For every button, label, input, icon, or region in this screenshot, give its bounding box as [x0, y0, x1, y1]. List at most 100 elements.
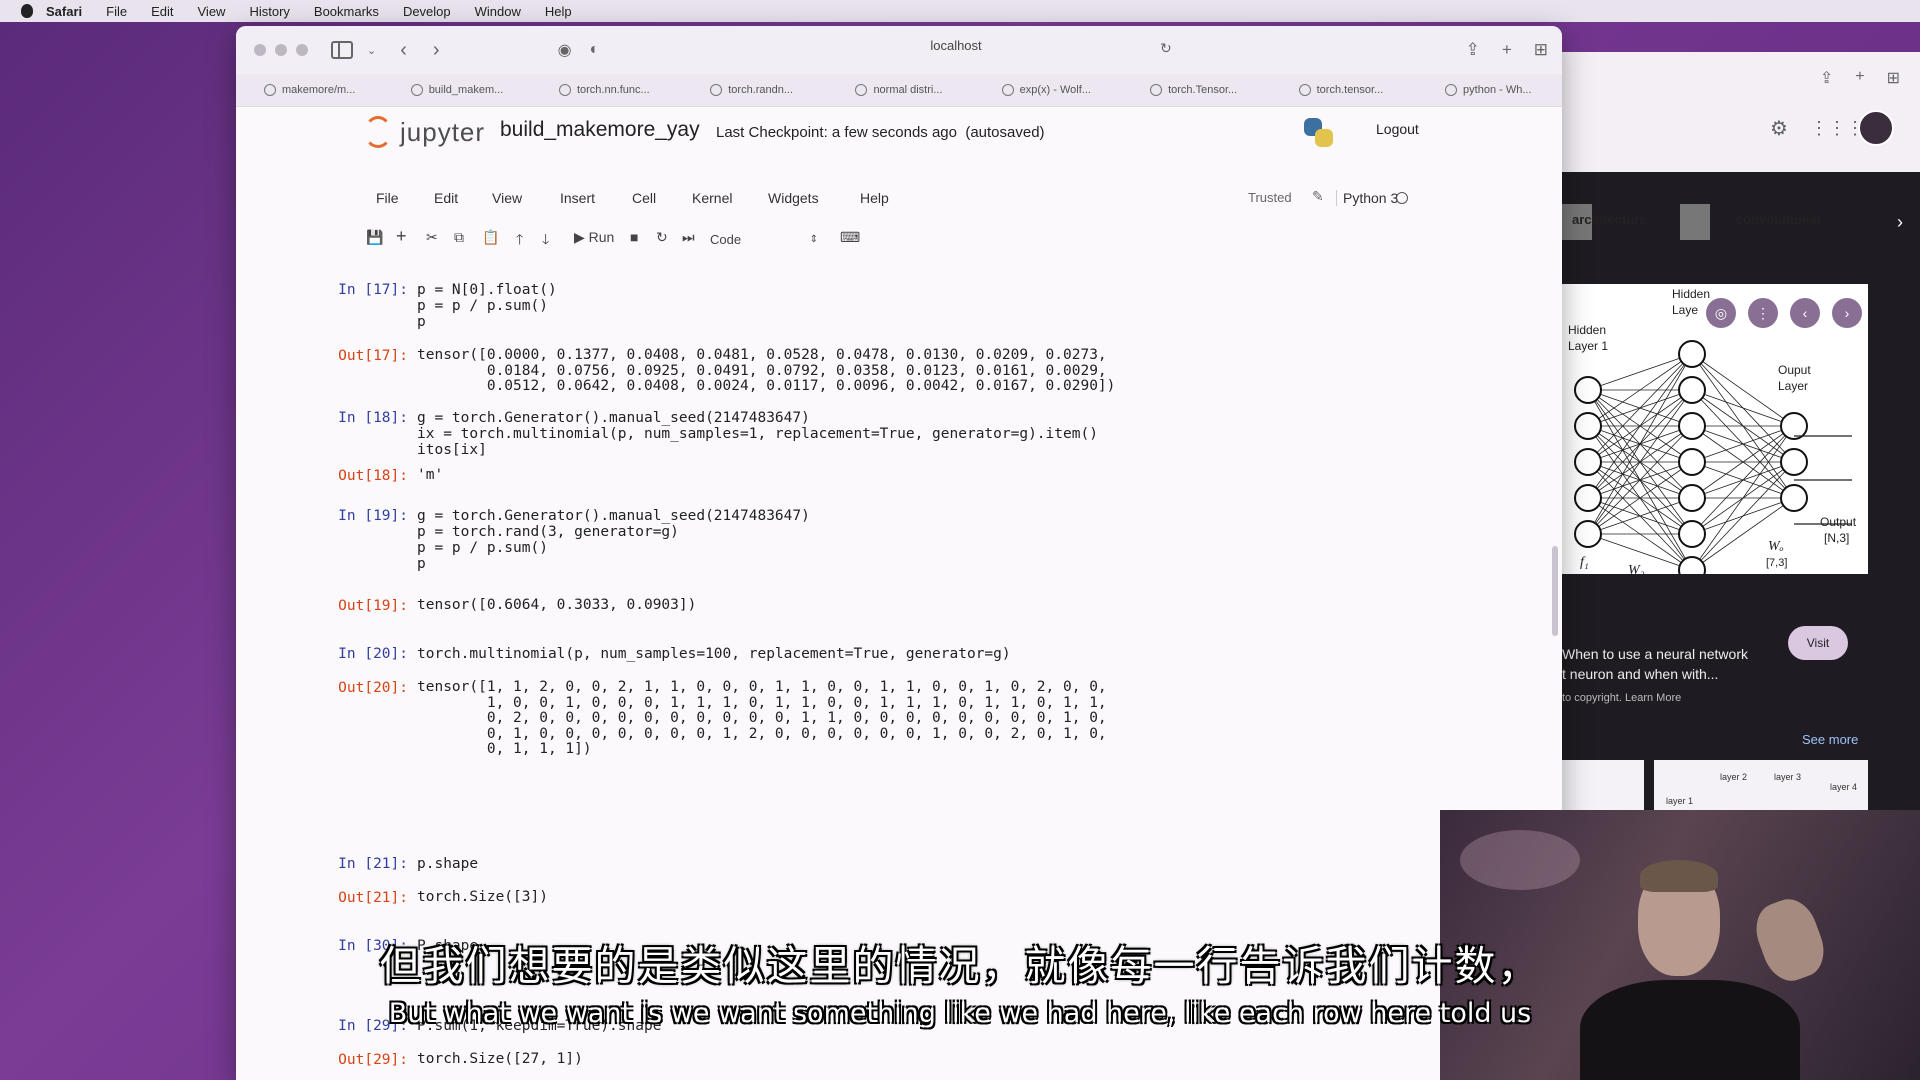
chip-convolutional[interactable]: convolutional — [1736, 212, 1821, 227]
notebook-name[interactable]: build_makemore_yay — [500, 118, 700, 142]
fast-forward-icon[interactable]: ⏭ — [682, 229, 695, 246]
chevron-right-icon[interactable]: › — [1888, 208, 1912, 236]
jmenu-widgets[interactable]: Widgets — [768, 190, 819, 206]
move-up-icon[interactable]: 🡑 — [516, 229, 523, 253]
restart-icon[interactable]: ↻ — [656, 229, 668, 246]
share-icon[interactable]: ⇪ — [1466, 40, 1480, 60]
tab-wolfram[interactable]: exp(x) - Wolf... — [973, 84, 1120, 96]
cell-code[interactable]: p = N[0].float() p = p / p.sum() p — [417, 282, 557, 330]
cell-in-prompt: In [17]: — [338, 282, 408, 298]
menu-develop[interactable]: Develop — [403, 4, 451, 19]
chevron-updown-icon: ⇕ — [809, 233, 818, 245]
copy-icon[interactable]: ⧉ — [454, 229, 464, 246]
tab-torch-tensor-2[interactable]: torch.tensor... — [1267, 84, 1414, 96]
nn-node — [1574, 412, 1602, 440]
cell-in-prompt: In [18]: — [338, 410, 408, 426]
logout-button[interactable]: Logout — [1376, 121, 1419, 137]
cell-output: torch.Size([3]) — [417, 889, 548, 905]
save-icon[interactable]: 💾 — [366, 229, 383, 246]
tab-overview-icon[interactable]: ⊞ — [1534, 40, 1548, 60]
tab-build-makemore[interactable]: build_makem... — [383, 84, 530, 96]
move-down-icon[interactable]: 🡓 — [542, 229, 549, 253]
add-cell-icon[interactable]: + — [396, 226, 407, 247]
copyright-note[interactable]: to copyright. Learn More — [1562, 692, 1681, 704]
svg-text:Layer: Layer — [1778, 379, 1808, 393]
shield-icon[interactable]: ◐ — [590, 41, 600, 59]
menu-app-safari[interactable]: Safari — [46, 4, 82, 19]
zoom-window-button[interactable] — [296, 44, 308, 56]
tab-python[interactable]: python - Wh... — [1415, 84, 1562, 96]
cut-icon[interactable]: ✂ — [426, 229, 438, 246]
menu-file[interactable]: File — [106, 4, 127, 19]
stop-icon[interactable]: ■ — [630, 229, 638, 245]
visit-button[interactable]: Visit — [1788, 626, 1848, 660]
privacy-report-icon[interactable]: ◉ — [558, 40, 572, 60]
tab-normal-distri[interactable]: normal distri... — [825, 84, 972, 96]
cell-out-prompt: Out[18]: — [338, 468, 408, 484]
cell-code[interactable]: g = torch.Generator().manual_seed(214748… — [417, 410, 1098, 458]
gear-icon[interactable]: ⚙ — [1770, 116, 1788, 141]
share-icon[interactable]: ⇪ — [1820, 68, 1833, 88]
cell-out-prompt: Out[20]: — [338, 680, 408, 696]
apps-grid-icon[interactable]: ⋮⋮⋮ — [1810, 118, 1864, 139]
apple-icon[interactable] — [18, 2, 36, 20]
menu-bookmarks[interactable]: Bookmarks — [314, 4, 379, 19]
safari-window: ⌄ ‹ › ◉ ◐ localhost ↻ ⇪ + ⊞ makemore/m..… — [236, 26, 1562, 1080]
pencil-icon[interactable]: ✎ — [1312, 188, 1324, 205]
tab-torch-tensor-1[interactable]: torch.Tensor... — [1120, 84, 1267, 96]
chevron-down-icon[interactable]: ⌄ — [367, 44, 376, 57]
related-search-chips: architecture convolutional › — [1562, 202, 1920, 242]
menu-window[interactable]: Window — [475, 4, 521, 19]
lens-icon[interactable]: ◎ — [1706, 298, 1736, 328]
cell-out-prompt: Out[19]: — [338, 598, 408, 614]
cell-output: 'm' — [417, 467, 444, 483]
chevron-right-icon[interactable]: › — [1832, 298, 1862, 328]
nn-node — [1574, 484, 1602, 512]
checkpoint-status: Last Checkpoint: a few seconds ago (auto… — [716, 124, 1045, 141]
jmenu-view[interactable]: View — [492, 190, 522, 206]
tab-makemore[interactable]: makemore/m... — [236, 84, 383, 96]
jmenu-file[interactable]: File — [376, 190, 399, 206]
menu-help[interactable]: Help — [545, 4, 572, 19]
reload-icon[interactable]: ↻ — [1160, 40, 1172, 57]
cell-code[interactable]: g = torch.Generator().manual_seed(214748… — [417, 508, 810, 572]
tab-torch-randn[interactable]: torch.randn... — [678, 84, 825, 96]
neural-network-diagram[interactable]: Hidden Layer 1 Hidden Laye Ouput Layer O… — [1562, 284, 1868, 584]
nn-node — [1574, 448, 1602, 476]
sidebar-toggle-icon[interactable] — [331, 41, 353, 59]
tab-overview-icon[interactable]: ⊞ — [1887, 68, 1900, 88]
chip-architecture[interactable]: architecture — [1572, 212, 1646, 227]
label-hidden-layer-1: Hidden — [1568, 323, 1606, 337]
more-options-icon[interactable]: ⋮ — [1748, 298, 1778, 328]
menu-edit[interactable]: Edit — [151, 4, 173, 19]
tab-torch-nn-func[interactable]: torch.nn.func... — [531, 84, 678, 96]
address-bar[interactable]: localhost — [796, 38, 1116, 53]
scrollbar[interactable] — [1552, 546, 1558, 636]
run-button[interactable]: ▶ Run — [574, 229, 614, 246]
jupyter-logo[interactable]: jupyter — [364, 116, 485, 148]
forward-icon[interactable]: › — [433, 39, 440, 62]
kernel-name[interactable]: Python 3 — [1336, 190, 1398, 206]
new-tab-icon[interactable]: + — [1855, 68, 1864, 88]
trusted-badge[interactable]: Trusted — [1248, 190, 1292, 205]
back-icon[interactable]: ‹ — [400, 39, 407, 62]
see-more-link[interactable]: See more — [1802, 732, 1858, 747]
jmenu-edit[interactable]: Edit — [434, 190, 458, 206]
jmenu-cell[interactable]: Cell — [632, 190, 656, 206]
jmenu-insert[interactable]: Insert — [560, 190, 595, 206]
paste-icon[interactable]: 📋 — [482, 229, 499, 246]
menu-history[interactable]: History — [249, 4, 289, 19]
cell-code[interactable]: torch.multinomial(p, num_samples=100, re… — [417, 646, 1011, 662]
chevron-left-icon[interactable]: ‹ — [1790, 298, 1820, 328]
menu-view[interactable]: View — [198, 4, 226, 19]
keyboard-icon[interactable]: ⌨ — [840, 229, 860, 246]
minimize-window-button[interactable] — [275, 44, 287, 56]
jupyter-toolbar: 💾 + ✂ ⧉ 📋 🡑 🡓 ▶ Run ■ ↻ ⏭ Code ⇕ ⌨ — [236, 224, 1562, 254]
jmenu-kernel[interactable]: Kernel — [692, 190, 732, 206]
jmenu-help[interactable]: Help — [860, 190, 889, 206]
new-tab-icon[interactable]: + — [1502, 40, 1512, 60]
cell-code[interactable]: p.shape — [417, 856, 478, 872]
avatar[interactable] — [1858, 110, 1894, 146]
cell-type-select[interactable]: Code ⇕ — [710, 228, 818, 250]
close-window-button[interactable] — [254, 44, 266, 56]
